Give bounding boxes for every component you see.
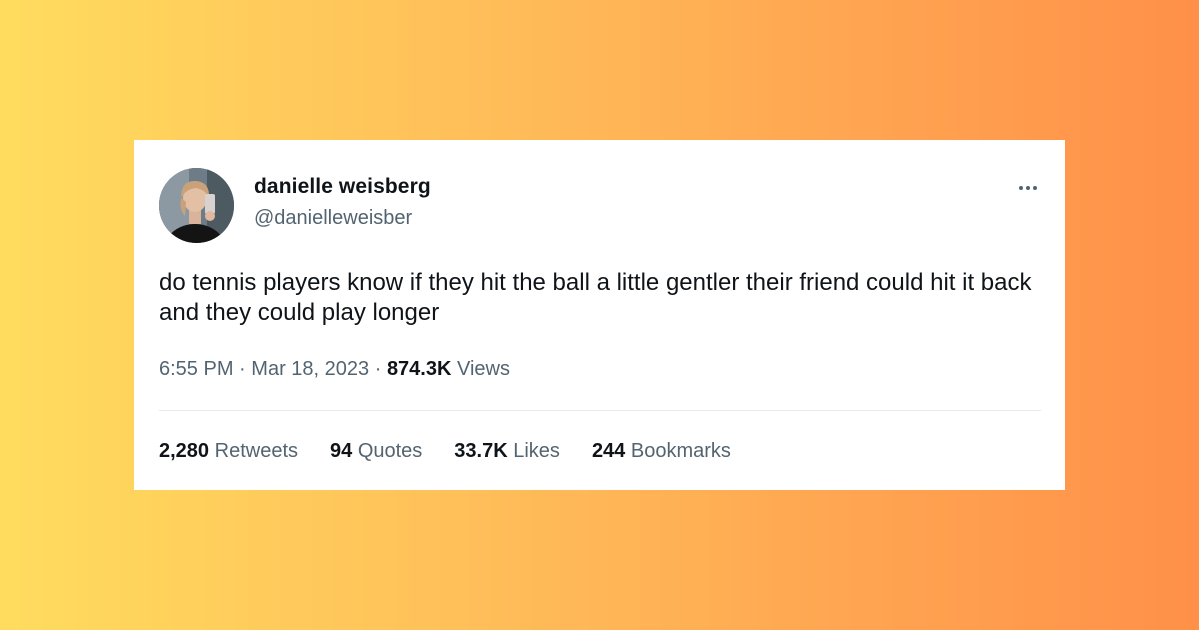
quotes-label: Quotes	[357, 440, 423, 462]
meta-separator: ·	[374, 358, 382, 380]
retweets-label: Retweets	[214, 440, 298, 462]
likes-count: 33.7K	[454, 440, 508, 462]
retweets-stat[interactable]: 2,280 Retweets	[159, 440, 298, 463]
quotes-count: 94	[330, 440, 353, 462]
bookmarks-count: 244	[591, 440, 626, 462]
tweet-text: do tennis players know if they hit the b…	[159, 269, 1032, 326]
views-count: 874.3K	[386, 358, 452, 380]
meta-separator: ·	[239, 358, 246, 380]
divider	[159, 410, 1041, 411]
engagement-stats: 2,280 Retweets 94 Quotes 33.7K Likes 244…	[159, 440, 731, 463]
retweets-count: 2,280	[159, 440, 210, 462]
more-options-icon[interactable]	[1016, 176, 1040, 200]
author-display-name[interactable]: danielle weisberg	[254, 175, 431, 199]
quotes-stat[interactable]: 94 Quotes	[330, 440, 422, 463]
bookmarks-label: Bookmarks	[630, 440, 731, 462]
avatar[interactable]	[159, 168, 234, 243]
avatar-photo-icon	[159, 168, 234, 243]
likes-label: Likes	[513, 440, 560, 462]
likes-stat[interactable]: 33.7K Likes	[454, 440, 560, 463]
bookmarks-stat[interactable]: 244 Bookmarks	[592, 440, 731, 463]
tweet-date[interactable]: Mar 18, 2023	[251, 358, 369, 380]
tweet-card: danielle weisberg @danielleweisber do te…	[134, 140, 1065, 490]
author-handle[interactable]: @danielleweisber	[254, 207, 412, 230]
tweet-meta: 6:55 PM · Mar 18, 2023 · 874.3K Views	[159, 358, 510, 381]
views-label: Views	[457, 358, 510, 380]
tweet-time[interactable]: 6:55 PM	[159, 358, 233, 380]
